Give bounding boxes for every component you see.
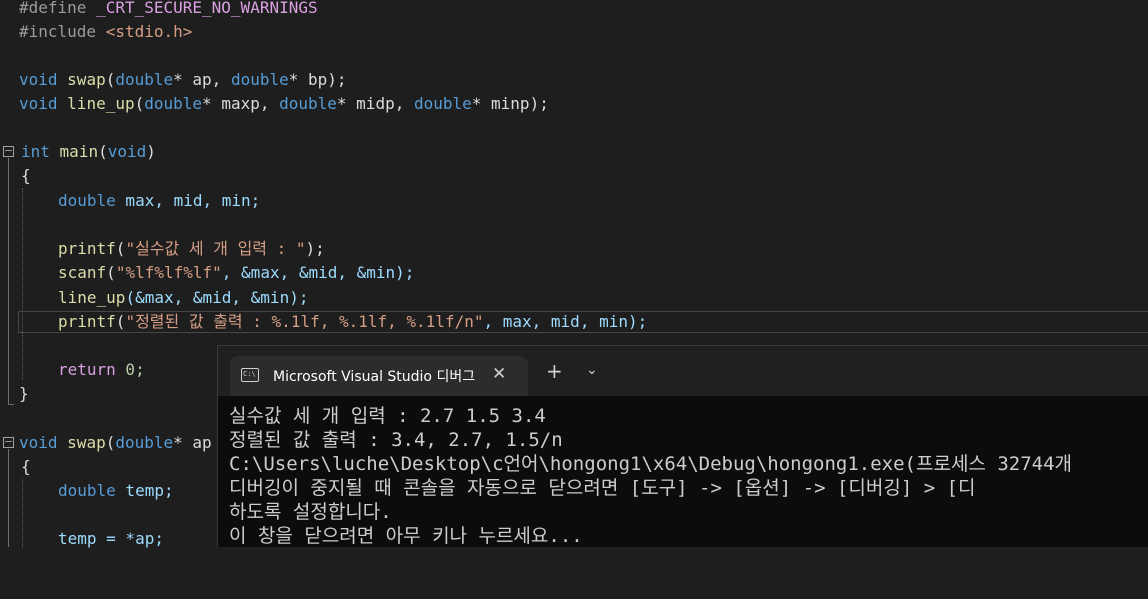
code-line: double max, mid, min; <box>0 189 260 213</box>
console-line: 디버깅이 중지될 때 콘솔을 자동으로 닫으려면 [도구] -> [옵션] ->… <box>229 477 976 499</box>
function-call: printf <box>58 312 116 331</box>
terminal-tab[interactable]: C:\ Microsoft Visual Studio 디버그 ✕ <box>230 356 528 396</box>
code-line: } <box>0 382 39 406</box>
console-line: 하도록 설정합니다. <box>229 501 392 523</box>
keyword: double <box>115 70 174 89</box>
debug-console-window[interactable]: C:\ Microsoft Visual Studio 디버그 ✕ + ⌄ 실수… <box>217 345 1148 547</box>
paren: ( <box>105 433 116 452</box>
keyword: int <box>21 142 50 161</box>
string-literal: "정렬된 값 출력 : %.1lf, %.1lf, %.1lf/n" <box>125 312 484 331</box>
console-line: 이 창을 닫으려면 아무 키나 누르세요... <box>229 525 583 547</box>
brace: } <box>19 384 29 403</box>
param: * midp, <box>336 94 414 113</box>
function-call: line_up <box>58 288 126 307</box>
brace: { <box>21 457 31 476</box>
terminal-icon: C:\ <box>241 368 259 382</box>
paren: ( <box>106 263 116 282</box>
paren: ) <box>146 142 156 161</box>
function-name: swap <box>67 433 106 452</box>
function-name: line_up <box>67 94 135 113</box>
function-call: printf <box>58 239 116 258</box>
variable-decl: temp; <box>115 481 174 500</box>
code-line: #define _CRT_SECURE_NO_WARNINGS <box>0 0 318 20</box>
assignment: temp = *ap; <box>58 529 164 548</box>
code-line: void swap(double* ap, double* bp); <box>0 68 347 92</box>
variable-decl: max, mid, min; <box>115 191 261 210</box>
paren: ( <box>105 70 116 89</box>
keyword: void <box>19 94 58 113</box>
code-line: return 0; <box>0 358 145 382</box>
keyword: double <box>58 481 116 500</box>
code-line: line_up(&max, &mid, &min); <box>0 286 308 310</box>
tab-title: Microsoft Visual Studio 디버그 <box>273 369 476 385</box>
chevron-down-icon[interactable]: ⌄ <box>586 362 598 378</box>
keyword: double <box>144 94 203 113</box>
keyword: double <box>279 94 337 113</box>
code-line: temp = *ap; <box>0 527 164 551</box>
function-name: swap <box>67 70 106 89</box>
call-args: , max, mid, min); <box>483 312 648 331</box>
call-args: , &max, &mid, &min); <box>221 263 415 282</box>
keyword: double <box>58 191 116 210</box>
new-tab-button[interactable]: + <box>546 361 563 381</box>
console-output: 실수값 세 개 입력 : 2.7 1.5 3.4 정렬된 값 출력 : 3.4,… <box>229 404 1072 548</box>
brace: { <box>21 166 31 185</box>
close-icon[interactable]: ✕ <box>492 364 506 384</box>
code-line: { <box>0 455 39 479</box>
terminal-tab-bar: C:\ Microsoft Visual Studio 디버그 ✕ + ⌄ <box>218 346 1148 396</box>
string-literal: "실수값 세 개 입력 : " <box>125 239 306 258</box>
keyword: return <box>58 360 116 379</box>
call-args: (&max, &mid, &min); <box>125 288 309 307</box>
code-line: printf("정렬된 값 출력 : %.1lf, %.1lf, %.1lf/n… <box>0 310 647 334</box>
param: * minp); <box>471 94 549 113</box>
include-path: <stdio.h> <box>105 22 193 41</box>
param: * maxp, <box>202 94 280 113</box>
code-line: printf("실수값 세 개 입력 : "); <box>0 237 325 261</box>
keyword: void <box>19 70 58 89</box>
code-line: void swap(double* ap <box>0 431 212 455</box>
param: * bp); <box>288 70 347 89</box>
console-line: C:\Users\luche\Desktop\c언어\hongong1\x64\… <box>229 453 1073 475</box>
punct: ); <box>305 239 325 258</box>
keyword: void <box>19 433 58 452</box>
keyword: double <box>115 433 174 452</box>
code-line: int main(void) <box>0 140 156 164</box>
console-line: 실수값 세 개 입력 : 2.7 1.5 3.4 <box>229 405 546 427</box>
param: * ap, <box>173 70 231 89</box>
string-literal: "%lf%lf%lf" <box>115 263 222 282</box>
paren: ( <box>115 239 126 258</box>
return-value: 0; <box>115 360 145 379</box>
paren: ( <box>115 312 126 331</box>
paren: ( <box>98 142 108 161</box>
code-line: #include <stdio.h> <box>0 20 192 44</box>
code-line: void line_up(double* maxp, double* midp,… <box>0 92 549 116</box>
code-line: double temp; <box>0 479 174 503</box>
keyword: void <box>107 142 147 161</box>
preprocessor: #include <box>19 22 106 41</box>
code-line: scanf("%lf%lf%lf", &max, &mid, &min); <box>0 261 414 285</box>
keyword: double <box>413 94 472 113</box>
console-line: 정렬된 값 출력 : 3.4, 2.7, 1.5/n <box>229 429 563 451</box>
paren: ( <box>134 94 145 113</box>
param: * ap <box>173 433 212 452</box>
function-call: scanf <box>58 263 107 282</box>
code-line: { <box>0 164 39 188</box>
function-name: main <box>59 142 99 161</box>
macro-name: _CRT_SECURE_NO_WARNINGS <box>96 0 318 17</box>
keyword: double <box>230 70 289 89</box>
preprocessor: #define <box>19 0 97 17</box>
